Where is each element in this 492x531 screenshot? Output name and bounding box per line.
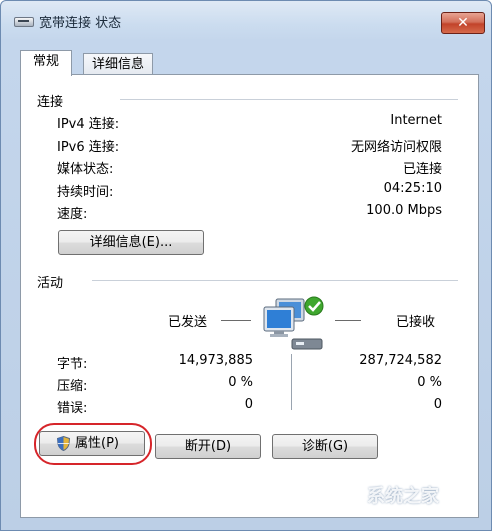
watermark-logo: 系统之家 [367,486,439,507]
bytes-received: 287,724,582 [359,353,442,368]
connection-heading: 连接 [37,95,64,110]
media-state-value: 已连接 [402,162,442,177]
ipv6-value: 无网络访问权限 [350,140,442,155]
ipv4-value: Internet [390,113,442,128]
media-state-label: 媒体状态: [57,162,114,177]
bytes-sent: 14,973,885 [178,353,253,368]
details-button[interactable]: 详细信息(E)... [58,230,204,255]
activity-heading: 活动 [37,276,64,291]
errors-sent: 0 [244,397,253,412]
sent-line [221,320,251,321]
activity-separator [92,280,458,281]
bytes-label: 字节: [57,357,88,372]
received-label: 已接收 [396,315,436,330]
compression-label: 压缩: [57,379,88,394]
speed-value: 100.0 Mbps [366,203,442,218]
compression-sent: 0 % [228,375,253,390]
errors-received: 0 [433,397,442,412]
ipv4-label: IPv4 连接: [57,117,120,132]
received-line [335,320,361,321]
disconnect-button[interactable]: 断开(D) [155,434,261,459]
activity-divider [291,354,292,410]
duration-value: 04:25:10 [383,181,442,196]
panel-content: 连接 IPv4 连接: Internet IPv6 连接: 无网络访问权限 媒体… [0,0,492,531]
highlight-circle [34,423,152,465]
network-computers-icon [263,296,324,350]
speed-label: 速度: [57,207,88,222]
compression-received: 0 % [417,375,442,390]
sent-label: 已发送 [168,315,208,330]
connection-separator [120,99,458,100]
diagnose-button[interactable]: 诊断(G) [272,434,378,459]
duration-label: 持续时间: [57,185,114,200]
errors-label: 错误: [57,401,88,416]
ipv6-label: IPv6 连接: [57,140,120,155]
